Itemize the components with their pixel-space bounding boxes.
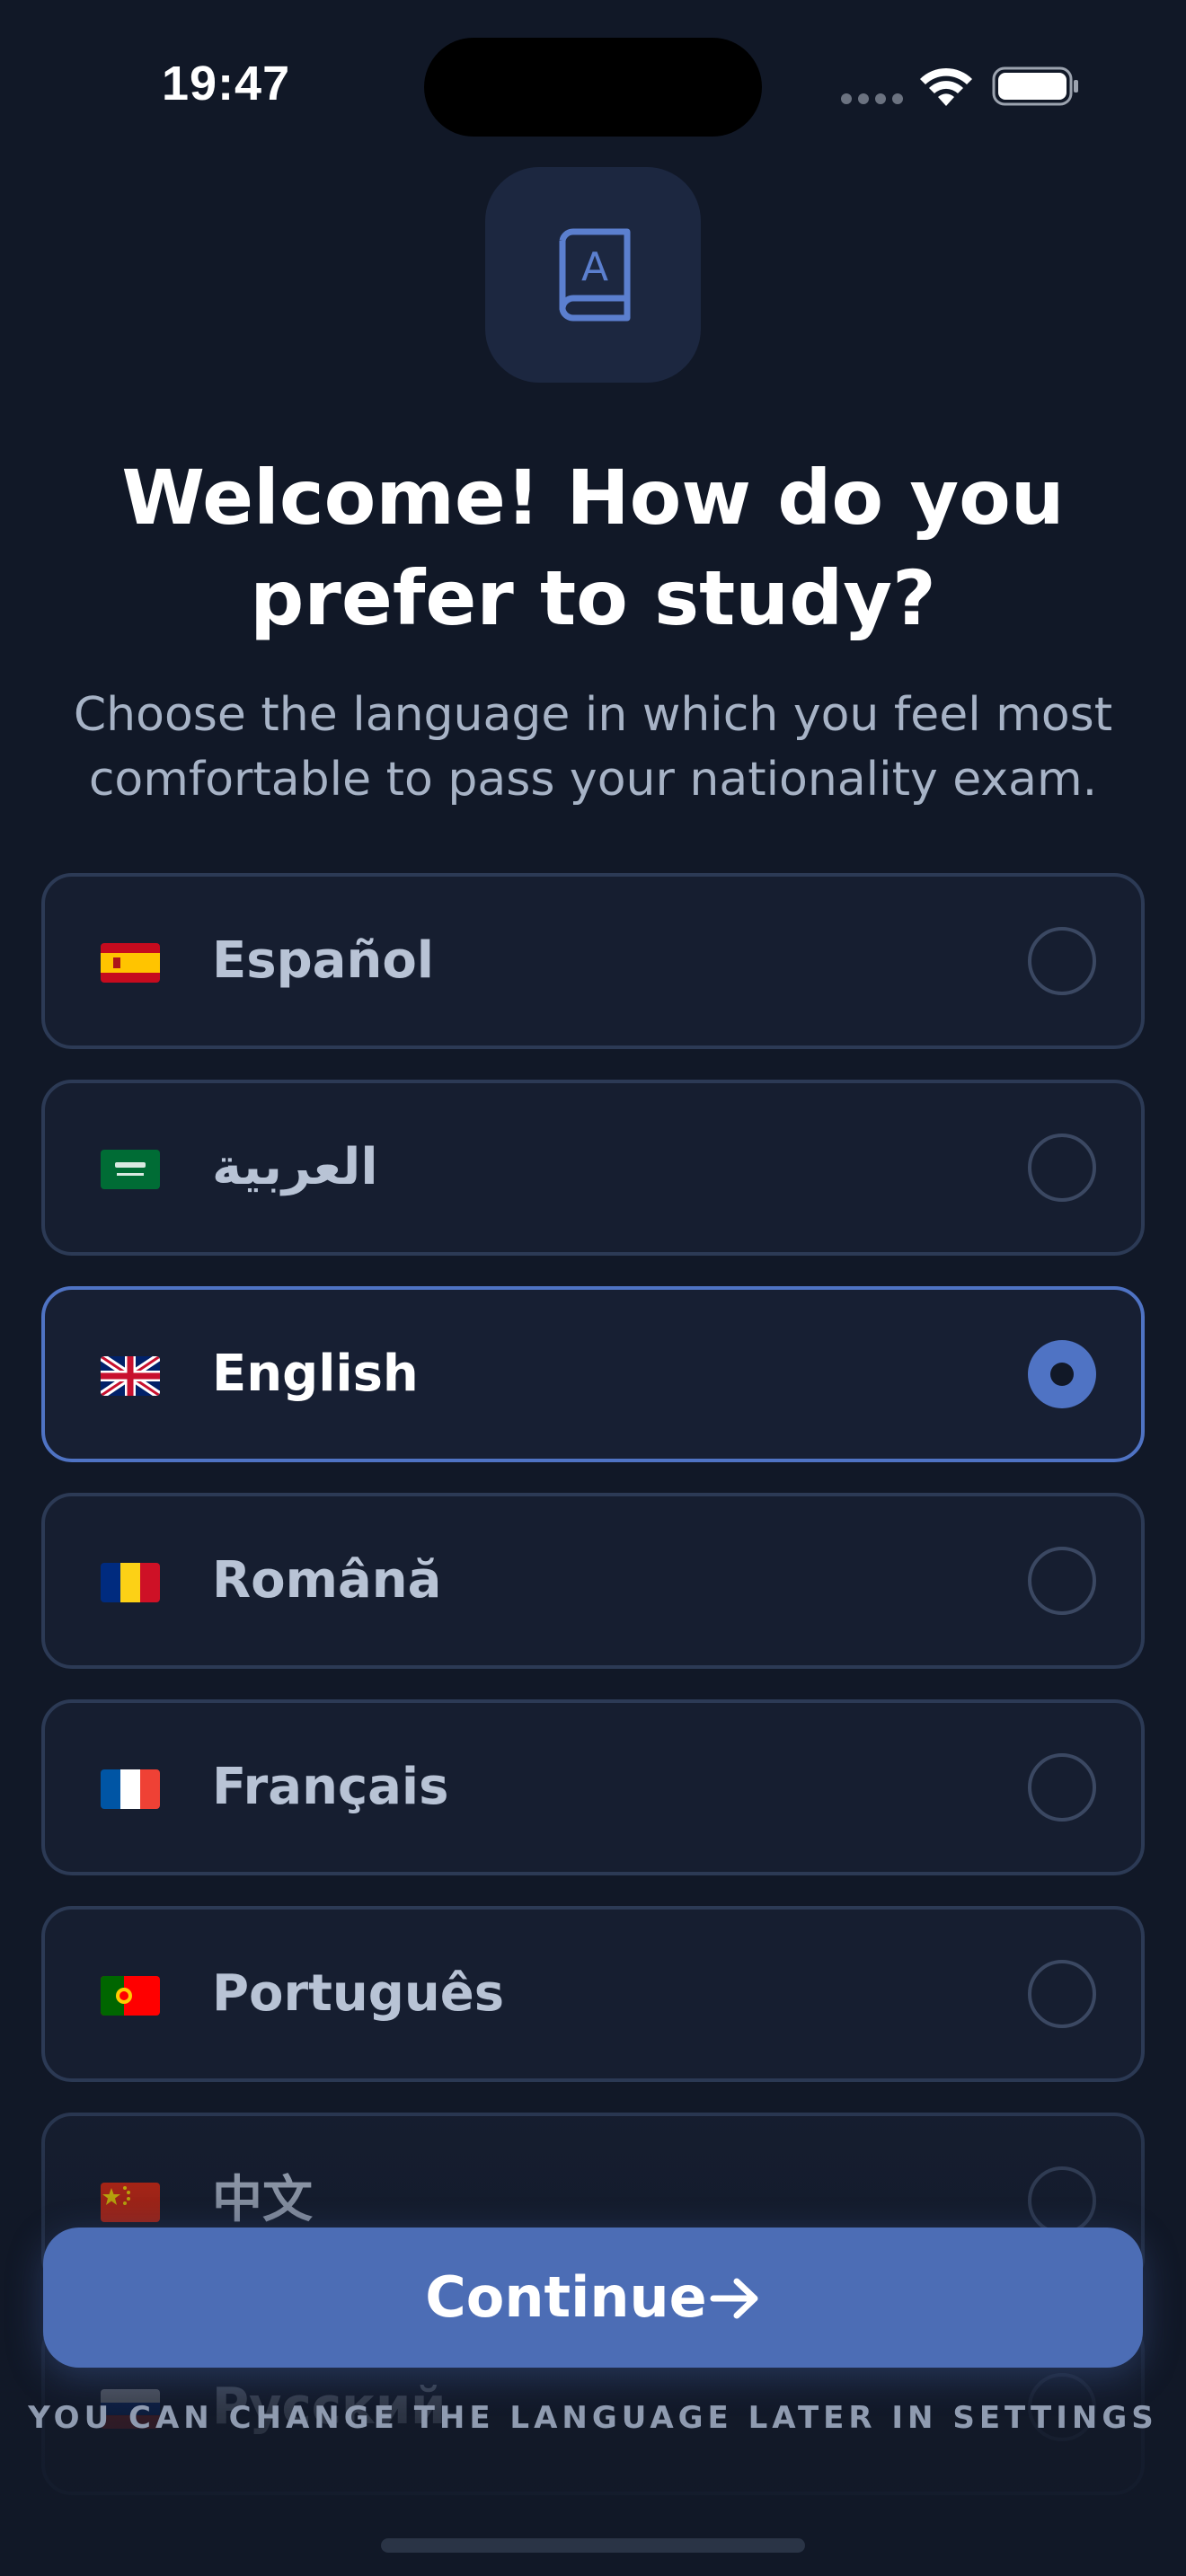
radio-button[interactable] — [1028, 1547, 1096, 1615]
dynamic-island — [424, 38, 762, 137]
status-time: 19:47 — [162, 57, 291, 110]
page-subtitle: Choose the language in which you feel mo… — [73, 688, 1113, 807]
language-option-french[interactable]: Français — [41, 1699, 1145, 1875]
battery-icon — [992, 66, 1078, 106]
app-logo: A — [485, 167, 701, 383]
language-option-english[interactable]: English — [41, 1286, 1145, 1462]
radio-button[interactable] — [1028, 2166, 1096, 2235]
radio-dot — [1050, 1363, 1074, 1386]
wifi-icon — [920, 67, 972, 106]
language-option-portuguese[interactable]: Português — [41, 1906, 1145, 2082]
radio-button-selected[interactable] — [1028, 1340, 1096, 1408]
cellular-signal-icon — [841, 93, 904, 104]
home-indicator — [381, 2538, 805, 2553]
continue-button[interactable]: Continue — [43, 2228, 1143, 2368]
language-label: العربية — [212, 1138, 378, 1196]
language-label: Română — [212, 1551, 442, 1610]
language-label: Português — [212, 1964, 505, 2023]
uk-flag-icon — [101, 1356, 160, 1396]
romania-flag-icon — [101, 1563, 160, 1602]
footer-note: YOU CAN CHANGE THE LANGUAGE LATER IN SET… — [28, 2400, 1158, 2436]
language-option-spanish[interactable]: Español — [41, 873, 1145, 1049]
saudi-arabia-flag-icon — [101, 1150, 160, 1189]
language-option-arabic[interactable]: العربية — [41, 1080, 1145, 1256]
language-label: English — [212, 1345, 419, 1403]
spain-flag-icon — [101, 943, 160, 983]
portugal-flag-icon — [101, 1976, 160, 2016]
radio-button[interactable] — [1028, 927, 1096, 995]
china-flag-icon — [101, 2183, 160, 2222]
continue-label: Continue — [425, 2264, 707, 2330]
svg-text:A: A — [581, 244, 608, 290]
language-option-romanian[interactable]: Română — [41, 1493, 1145, 1669]
language-label: Español — [212, 931, 434, 990]
status-bar: 19:47 — [0, 0, 1186, 171]
radio-button[interactable] — [1028, 1753, 1096, 1822]
radio-button[interactable] — [1028, 1134, 1096, 1202]
language-label: 中文 — [212, 2171, 313, 2229]
language-book-icon: A — [559, 228, 631, 322]
page-title: Welcome! How do you prefer to study? — [121, 454, 1065, 642]
language-label: Français — [212, 1758, 449, 1816]
france-flag-icon — [101, 1769, 160, 1809]
radio-button[interactable] — [1028, 1960, 1096, 2028]
arrow-right-icon — [710, 2278, 758, 2319]
